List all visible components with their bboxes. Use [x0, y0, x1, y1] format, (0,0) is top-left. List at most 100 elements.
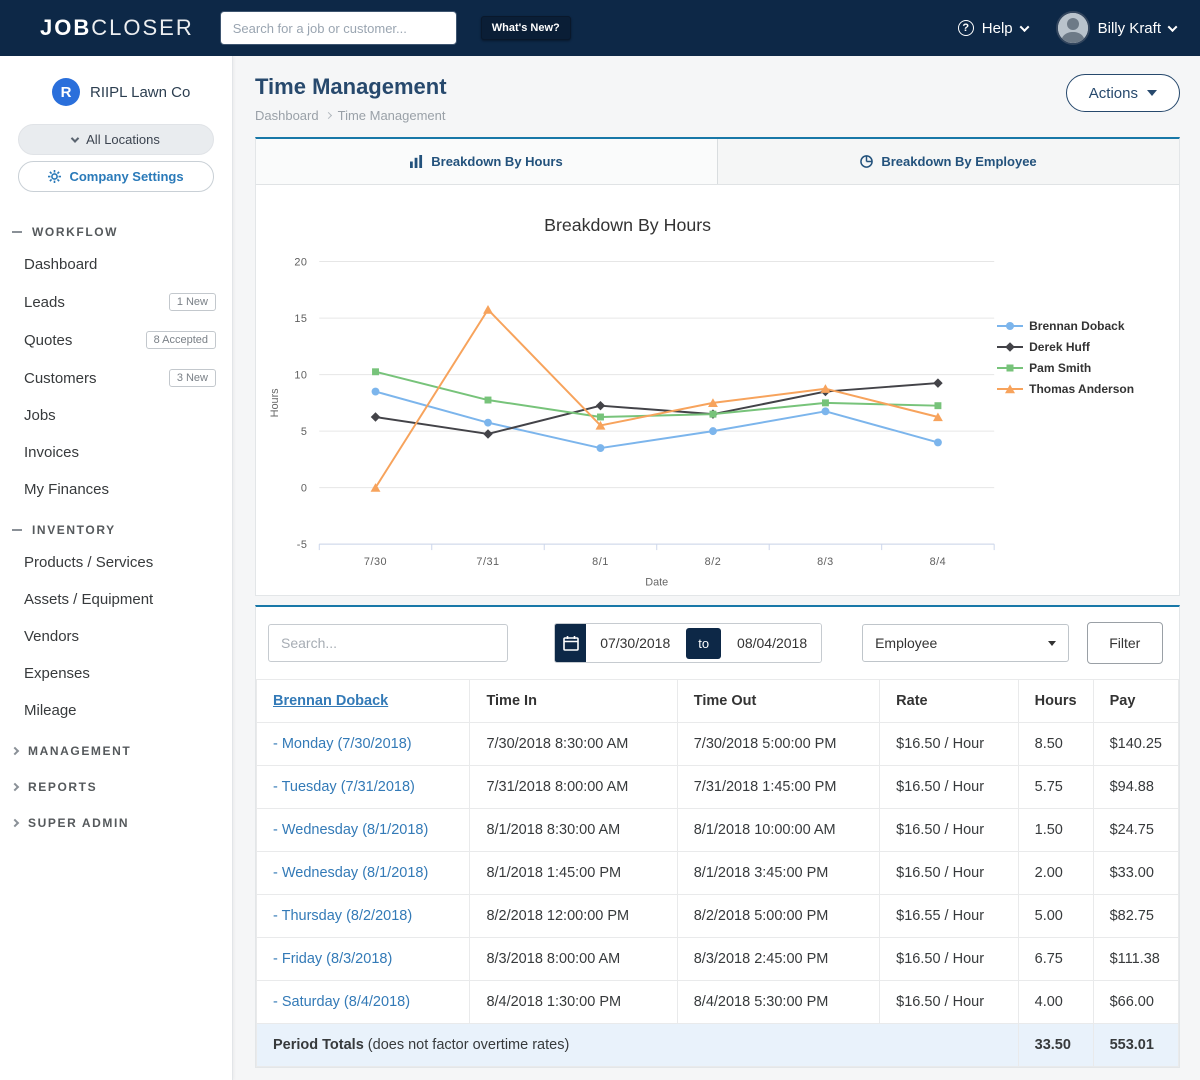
sidebar-item-customers[interactable]: Customers3 New [0, 359, 232, 397]
whats-new-button[interactable]: What's New? [481, 16, 571, 40]
timesheet-day-link[interactable]: - Tuesday (7/31/2018) [273, 779, 415, 795]
column-header-rate: Rate [880, 680, 1018, 723]
sidebar-item-quotes[interactable]: Quotes8 Accepted [0, 321, 232, 359]
svg-text:0: 0 [301, 483, 308, 495]
sidebar-section-inventory[interactable]: INVENTORY [0, 508, 232, 544]
date-to-input[interactable] [723, 624, 821, 662]
table-row: - Wednesday (8/1/2018)8/1/2018 8:30:00 A… [257, 809, 1179, 852]
sidebar-section-workflow[interactable]: WORKFLOW [0, 210, 232, 246]
user-name: Billy Kraft [1098, 20, 1161, 37]
sidebar-item-vendors[interactable]: Vendors [0, 618, 232, 655]
timesheet-table: Brennan Doback Time In Time Out Rate Hou… [256, 679, 1179, 1067]
timesheet-day-link[interactable]: - Wednesday (8/1/2018) [273, 822, 428, 838]
sidebar-item-leads[interactable]: Leads1 New [0, 283, 232, 321]
cell-hours: 1.50 [1018, 809, 1093, 852]
timesheet-day-link[interactable]: - Monday (7/30/2018) [273, 736, 412, 752]
cell-pay: $66.00 [1093, 981, 1178, 1024]
sidebar-section-label: INVENTORY [32, 523, 116, 537]
column-header-time-out: Time Out [677, 680, 879, 723]
caret-down-icon [1147, 90, 1157, 96]
sidebar-item-dashboard[interactable]: Dashboard [0, 246, 232, 283]
company-settings-button[interactable]: Company Settings [18, 161, 214, 192]
sidebar-item-mileage[interactable]: Mileage [0, 692, 232, 729]
tab-label: Breakdown By Hours [431, 154, 562, 169]
period-totals-row: Period Totals (does not factor overtime … [257, 1024, 1179, 1067]
sidebar: R RIIPL Lawn Co All Locations Company Se… [0, 56, 233, 1080]
timesheet-day-link[interactable]: - Thursday (8/2/2018) [273, 908, 412, 924]
cell-time-in: 8/1/2018 1:45:00 PM [470, 852, 677, 895]
sidebar-section-label: MANAGEMENT [28, 744, 131, 758]
sidebar-section-label: WORKFLOW [32, 225, 118, 239]
sidebar-item-assets-equipment[interactable]: Assets / Equipment [0, 581, 232, 618]
svg-text:15: 15 [294, 313, 307, 325]
global-search-input[interactable] [220, 11, 457, 45]
svg-text:Date: Date [645, 577, 668, 589]
cell-hours: 2.00 [1018, 852, 1093, 895]
cell-time-out: 8/2/2018 5:00:00 PM [677, 895, 879, 938]
filter-bar: to Employee Filter [256, 607, 1179, 679]
sidebar-section-management[interactable]: MANAGEMENT [0, 729, 232, 765]
sidebar-section-reports[interactable]: REPORTS [0, 765, 232, 801]
legend-marker-icon [997, 320, 1023, 332]
cell-pay: $24.75 [1093, 809, 1178, 852]
sidebar-item-label: Invoices [24, 444, 79, 461]
tab-breakdown-by-hours[interactable]: Breakdown By Hours [256, 139, 717, 184]
legend-label: Derek Huff [1029, 340, 1090, 354]
total-pay: 553.01 [1093, 1024, 1178, 1067]
filter-button[interactable]: Filter [1087, 622, 1163, 664]
cell-time-in: 8/4/2018 1:30:00 PM [470, 981, 677, 1024]
sidebar-item-expenses[interactable]: Expenses [0, 655, 232, 692]
svg-text:8/4: 8/4 [930, 556, 947, 568]
legend-marker-icon [997, 362, 1023, 374]
all-locations-dropdown[interactable]: All Locations [18, 124, 214, 155]
date-from-input[interactable] [586, 624, 684, 662]
table-search-input[interactable] [268, 624, 508, 662]
cell-hours: 8.50 [1018, 723, 1093, 766]
cell-time-out: 7/31/2018 1:45:00 PM [677, 766, 879, 809]
employee-select-value: Employee [875, 635, 937, 651]
period-totals-note: (does not factor overtime rates) [364, 1037, 570, 1053]
svg-text:8/2: 8/2 [705, 556, 722, 568]
page-header: Time Management Dashboard Time Managemen… [255, 74, 1180, 123]
table-row: - Friday (8/3/2018)8/3/2018 8:00:00 AM8/… [257, 938, 1179, 981]
expand-icon [11, 819, 19, 827]
sidebar-section-super-admin[interactable]: SUPER ADMIN [0, 801, 232, 837]
actions-button[interactable]: Actions [1066, 74, 1180, 112]
sidebar-item-label: My Finances [24, 481, 109, 498]
sidebar-item-jobs[interactable]: Jobs [0, 397, 232, 434]
cell-pay: $94.88 [1093, 766, 1178, 809]
sidebar-sections: WORKFLOW DashboardLeads1 NewQuotes8 Accep… [0, 210, 232, 837]
employee-name-link[interactable]: Brennan Doback [273, 693, 388, 709]
sidebar-item-products-services[interactable]: Products / Services [0, 544, 232, 581]
line-chart[interactable]: Breakdown By Hours-5051015207/307/318/18… [258, 191, 997, 591]
company-header[interactable]: R RIIPL Lawn Co [0, 70, 232, 118]
legend-item-pam-smith[interactable]: Pam Smith [997, 361, 1175, 375]
all-locations-label: All Locations [86, 132, 160, 147]
tab-breakdown-by-employee[interactable]: Breakdown By Employee [717, 139, 1179, 184]
timesheet-day-link[interactable]: - Saturday (8/4/2018) [273, 994, 410, 1010]
legend-item-brennan-doback[interactable]: Brennan Doback [997, 319, 1175, 333]
chevron-down-icon [1019, 22, 1029, 32]
calendar-icon [563, 635, 579, 651]
cell-rate: $16.50 / Hour [880, 938, 1018, 981]
legend-item-thomas-anderson[interactable]: Thomas Anderson [997, 382, 1175, 396]
breadcrumb-dashboard-link[interactable]: Dashboard [255, 108, 319, 123]
chart-area: Breakdown By Hours-5051015207/307/318/18… [256, 185, 1179, 595]
logo-text-bold: JOB [40, 15, 91, 40]
calendar-button[interactable] [555, 623, 586, 663]
app-logo[interactable]: JOBCLOSER [40, 15, 194, 41]
legend-item-derek-huff[interactable]: Derek Huff [997, 340, 1175, 354]
logo-text-light: CLOSER [91, 15, 193, 40]
sidebar-item-badge: 8 Accepted [146, 331, 216, 349]
cell-pay: $33.00 [1093, 852, 1178, 895]
sidebar-item-badge: 3 New [169, 369, 216, 387]
employee-select[interactable]: Employee [862, 624, 1068, 662]
help-menu[interactable]: ? Help [958, 20, 1028, 37]
sidebar-item-invoices[interactable]: Invoices [0, 434, 232, 471]
timesheet-day-link[interactable]: - Friday (8/3/2018) [273, 951, 392, 967]
timesheet-day-link[interactable]: - Wednesday (8/1/2018) [273, 865, 428, 881]
svg-text:20: 20 [294, 257, 307, 269]
cell-time-in: 7/31/2018 8:00:00 AM [470, 766, 677, 809]
sidebar-item-my-finances[interactable]: My Finances [0, 471, 232, 508]
user-menu[interactable]: Billy Kraft [1056, 11, 1176, 45]
